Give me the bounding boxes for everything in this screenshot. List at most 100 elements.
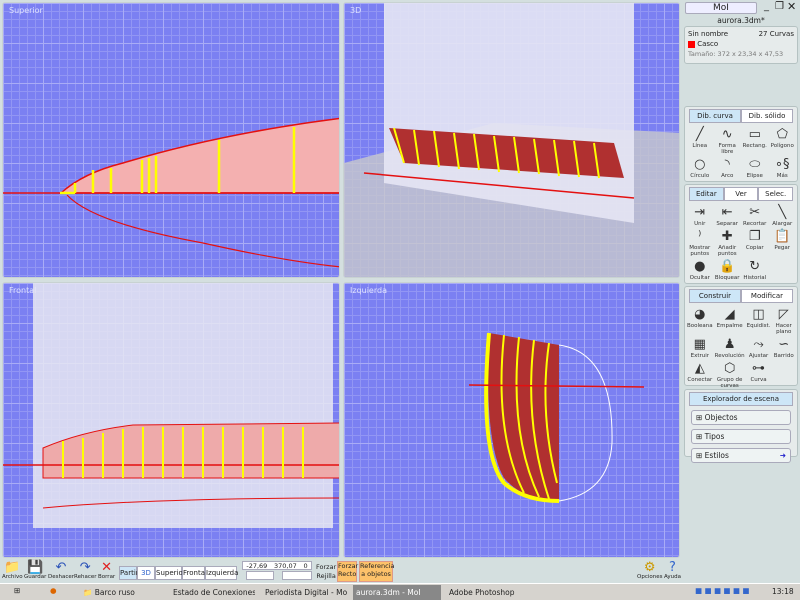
taskbar-item-conexiones[interactable]: Estado de Conexiones ... — [170, 585, 255, 600]
folder-icon: 📁 — [4, 560, 21, 575]
tool-loft[interactable]: ∽ Barrido — [772, 337, 795, 359]
maximize-icon[interactable]: ❐ — [775, 1, 784, 12]
tool-revolve[interactable]: ♟ Revolución — [715, 337, 745, 359]
taskbar-item-photoshop[interactable]: Adobe Photoshop — [446, 585, 536, 600]
tool-fillet[interactable]: ◢ Empalme — [715, 307, 745, 335]
tool-label: Conectar — [687, 377, 713, 383]
tool-label: Grupo de curvas — [716, 377, 743, 389]
taskbar-item-moi[interactable]: aurora.3dm - MoI — [353, 585, 441, 600]
view-3d-button[interactable]: 3D — [137, 566, 155, 580]
taskbar-item-barco[interactable]: 📁 Barco ruso — [80, 585, 160, 600]
tool-network[interactable]: ⬡ Grupo de curvas — [715, 361, 745, 389]
explorer-styles[interactable]: ⊞ Estilos ➜ — [691, 448, 791, 463]
archivo-button[interactable]: 📁 Archivo — [2, 560, 23, 580]
trim-icon: ✂ — [749, 205, 761, 220]
deshacer-button[interactable]: ↶ Deshacer — [48, 560, 74, 580]
tab-modify[interactable]: Modificar — [741, 289, 793, 303]
options-label: Opciones — [637, 574, 663, 580]
tool-label: Revolución — [714, 353, 745, 359]
angle-input[interactable] — [282, 571, 312, 580]
tool-freeform[interactable]: ∿ Forma libre — [715, 127, 741, 155]
tool-separate[interactable]: ⇤ Separar — [715, 205, 741, 227]
viewport-frontal[interactable]: Frontal — [2, 282, 340, 558]
tab-draw-solid[interactable]: Dib. sólido — [741, 109, 793, 123]
button-label: Archivo — [2, 574, 23, 580]
rehacer-button[interactable]: ↷ Rehacer — [74, 560, 96, 580]
tool-copy[interactable]: ❐ Copiar — [742, 229, 768, 257]
tool-ellipse[interactable]: ⬭ Elipse — [742, 157, 768, 179]
scene-explorer-title[interactable]: Explorador de escena — [689, 392, 793, 406]
tool-join[interactable]: ⇥ Unir — [687, 205, 713, 227]
explorer-types[interactable]: ⊞ Tipos — [691, 429, 791, 444]
tool-circle[interactable]: ○ Círculo — [687, 157, 713, 179]
tab-view[interactable]: Ver — [723, 187, 759, 201]
object-count: 27 Curvas — [758, 30, 794, 38]
tool-label: Pegar — [774, 245, 791, 251]
scene-explorer: Explorador de escena ⊞ Objectos ⊞ Tipos … — [684, 389, 798, 463]
tool-extend[interactable]: ╲ Alargar — [770, 205, 796, 227]
tool-planar[interactable]: ◸ Hacer plano — [772, 307, 795, 335]
tool-hide[interactable]: ● Ocultar — [687, 259, 713, 281]
ellipse-icon: ⬭ — [749, 157, 761, 172]
help-button[interactable]: ? Ayuda — [664, 560, 681, 580]
layer-swatch[interactable] — [688, 40, 695, 48]
tab-edit[interactable]: Editar — [689, 187, 724, 201]
tool-extrude[interactable]: ▦ Extruir — [687, 337, 713, 359]
circle-icon: ○ — [694, 157, 706, 172]
tool-paste[interactable]: 📋 Pegar — [770, 229, 796, 257]
tab-select[interactable]: Selec. — [758, 187, 794, 201]
draw-panel: Dib. curva Dib. sólido ╱ Línea ∿ Forma libre… — [684, 106, 798, 182]
view-izquierda-button[interactable]: Izquierda — [205, 566, 238, 580]
borrar-button[interactable]: ✕ Borrar — [98, 560, 115, 580]
options-button[interactable]: ⚙ Opciones — [637, 560, 662, 580]
connect-icon: ◭ — [694, 361, 705, 376]
app-title-button[interactable]: MoI — [685, 2, 757, 14]
extend-icon: ╲ — [778, 205, 787, 220]
viewport-superior[interactable]: Superior — [2, 2, 340, 278]
start-icon[interactable]: ⊞ — [14, 586, 20, 595]
tool-arc[interactable]: ◝ Arco — [715, 157, 741, 179]
tool-polygon[interactable]: ⬠ Polígono — [770, 127, 796, 155]
tool-label: Línea — [692, 143, 708, 149]
tool-boolean[interactable]: ◕ Booleana — [687, 307, 713, 335]
distance-input[interactable] — [246, 571, 274, 580]
tool-curve[interactable]: ⊶ Curva — [747, 361, 771, 389]
tool-history[interactable]: ↻ Historial — [742, 259, 768, 281]
show-points-icon: ⁾ — [698, 229, 702, 244]
tool-label: Polígono — [770, 143, 794, 149]
freeform-icon: ∿ — [721, 127, 733, 142]
view-partir-button[interactable]: Partir — [119, 566, 139, 580]
minimize-icon[interactable]: _ — [764, 1, 769, 12]
tool-add-points[interactable]: ✚ Añadir puntos — [715, 229, 741, 257]
tool-more[interactable]: ∘§ Más — [770, 157, 796, 179]
tool-trim[interactable]: ✂ Recortar — [742, 205, 768, 227]
viewport-3d[interactable]: 3D — [343, 2, 680, 278]
undo-icon: ↶ — [55, 560, 67, 575]
tool-rectangle[interactable]: ▭ Rectang. — [742, 127, 768, 155]
arrow-right-icon[interactable]: ➜ — [780, 451, 786, 460]
tab-construct[interactable]: Construir — [689, 289, 741, 303]
rectangle-icon: ▭ — [748, 127, 761, 142]
explorer-objects[interactable]: ⊞ Objectos — [691, 410, 791, 425]
tab-draw-curve[interactable]: Dib. curva — [689, 109, 741, 123]
button-label: Guardar — [24, 574, 47, 580]
view-superior-button[interactable]: Superior — [155, 566, 186, 580]
tool-show-points[interactable]: ⁾ Mostrar puntos — [687, 229, 713, 257]
tool-label: Añadir puntos — [717, 245, 737, 257]
tool-connect[interactable]: ◭ Conectar — [687, 361, 713, 389]
ortho-toggle[interactable]: Forzar Recto — [337, 561, 358, 582]
grid-snap-toggle[interactable]: Forzar Rejilla — [316, 563, 336, 581]
firefox-icon[interactable]: ● — [50, 586, 57, 595]
tool-lock[interactable]: 🔒 Bloquear — [715, 259, 741, 281]
view-frontal-button[interactable]: Frontal — [182, 566, 207, 580]
viewport-izquierda[interactable]: Izquierda — [343, 282, 680, 558]
object-snap-toggle[interactable]: Referencia a objetos — [359, 561, 395, 582]
guardar-button[interactable]: 💾 Guardar — [24, 560, 46, 580]
taskbar-item-periodista[interactable]: Periodista Digital - Mozil... — [262, 585, 347, 600]
close-icon[interactable]: ✕ — [787, 0, 796, 13]
tool-line[interactable]: ╱ Línea — [687, 127, 713, 155]
object-name: Sin nombre — [688, 30, 729, 38]
tool-offset[interactable]: ◫ Equidist. — [747, 307, 771, 335]
build-panel: Construir Modificar ◕ Booleana ◢ Empalme ◫ Equ… — [684, 286, 798, 389]
tool-sweep[interactable]: ⤳ Ajustar — [747, 337, 771, 359]
